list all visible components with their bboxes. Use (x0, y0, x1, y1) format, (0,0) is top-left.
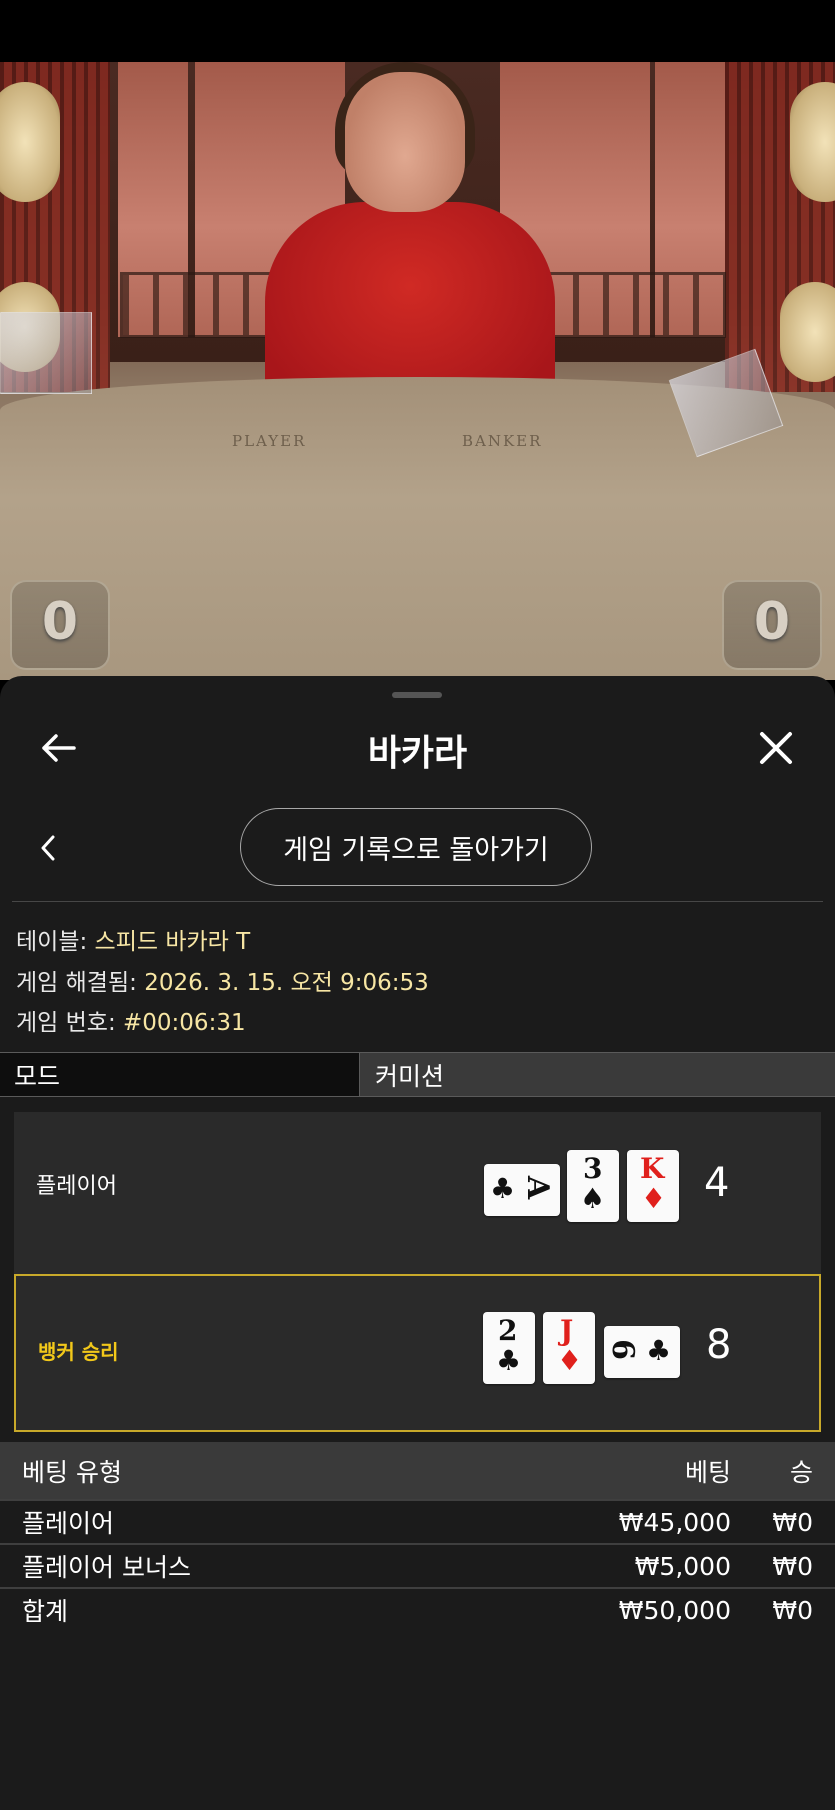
bet-type-cell: 플레이어 (22, 1509, 115, 1538)
win-amount-cell: ₩0 (772, 1551, 813, 1581)
card-rank: 6 (604, 1339, 640, 1360)
player-hand: 플레이어 4 ♣ A 3 ♠ K ♦ (14, 1112, 821, 1270)
table-row-total: 합계 ₩50,000 ₩0 (0, 1587, 835, 1631)
mode-tabs: 모드 커미션 (0, 1052, 835, 1097)
header-bet-type: 베팅 유형 (22, 1457, 122, 1487)
table-row: 플레이어 ₩45,000 ₩0 (0, 1499, 835, 1543)
lantern-right-bottom (780, 282, 835, 382)
card-rank: 3 (583, 1152, 603, 1185)
info-resolved-value: 2026. 3. 15. 오전 9:06:53 (144, 970, 429, 996)
card-rank: 2 (498, 1314, 518, 1347)
live-video-feed: PLAYER BANKER 0 0 (0, 62, 835, 680)
card-suit: ♣ (490, 1172, 516, 1205)
win-amount-cell: ₩0 (772, 1595, 813, 1625)
player-score-display: 0 (10, 580, 110, 670)
card-rank: K (640, 1152, 665, 1185)
playing-card: ♣ A (484, 1164, 560, 1216)
card-suit: ♣ (496, 1344, 522, 1377)
player-hand-label: 플레이어 (36, 1174, 117, 1199)
banker-hand-label: 뱅커 승리 (38, 1340, 119, 1364)
back-to-history-button[interactable]: 게임 기록으로 돌아가기 (240, 808, 592, 886)
playing-card: J ♦ (543, 1312, 595, 1384)
sheet-header: 바카라 (0, 712, 835, 782)
sheet-title: 바카라 (367, 733, 468, 774)
card-rank: A (520, 1175, 556, 1200)
info-table-value: 스피드 바카라 T (94, 929, 251, 955)
table-row: 플레이어 보너스 ₩5,000 ₩0 (0, 1543, 835, 1587)
tab-commission[interactable]: 커미션 (361, 1053, 835, 1096)
close-icon[interactable] (748, 720, 804, 776)
table-label-player: PLAYER (232, 432, 307, 450)
info-game-number-label: 게임 번호: (16, 1010, 116, 1036)
player-hand-total: 4 (704, 1160, 730, 1206)
info-table-label: 테이블: (16, 929, 88, 955)
history-nav: 게임 기록으로 돌아가기 (0, 808, 835, 888)
dealer-face (345, 72, 465, 212)
info-game-number: 게임 번호: #00:06:31 (16, 1003, 246, 1037)
card-suit: ♦ (641, 1182, 667, 1215)
card-suit: ♠ (580, 1182, 606, 1215)
info-resolved-label: 게임 해결됨: (16, 970, 137, 996)
divider (12, 901, 823, 902)
playing-card: K ♦ (627, 1150, 679, 1222)
tab-mode[interactable]: 모드 (0, 1053, 360, 1096)
header-bet: 베팅 (684, 1457, 731, 1487)
bet-amount-cell: ₩50,000 (618, 1595, 731, 1625)
bets-table-header: 베팅 유형 베팅 승 (0, 1442, 835, 1499)
info-table: 테이블: 스피드 바카라 T (16, 922, 250, 956)
card-suit: ♦ (557, 1344, 583, 1377)
playing-card: 6 ♣ (604, 1326, 680, 1378)
playing-card: 2 ♣ (483, 1312, 535, 1384)
lantern-left-top (0, 82, 60, 202)
game-history-sheet: 바카라 게임 기록으로 돌아가기 테이블: 스피드 바카라 T 게임 해결됨: … (0, 676, 835, 1810)
sheet-drag-handle[interactable] (392, 692, 442, 698)
status-bar (0, 0, 835, 62)
header-win: 승 (789, 1457, 813, 1487)
playing-card: 3 ♠ (567, 1150, 619, 1222)
info-resolved: 게임 해결됨: 2026. 3. 15. 오전 9:06:53 (16, 963, 429, 997)
bet-type-cell: 합계 (22, 1597, 69, 1626)
bet-amount-cell: ₩5,000 (634, 1551, 731, 1581)
hands-panel: 플레이어 4 ♣ A 3 ♠ K ♦ 뱅커 승리 8 2 ♣ J ♦ 6 ♣ (14, 1112, 821, 1432)
banker-score-display: 0 (722, 580, 822, 670)
info-game-number-value: #00:06:31 (123, 1010, 246, 1036)
chevron-left-icon[interactable] (28, 828, 68, 868)
card-suit: ♣ (646, 1334, 672, 1367)
table-label-banker: BANKER (462, 432, 543, 450)
lantern-right-top (790, 82, 835, 202)
banker-hand-total: 8 (706, 1322, 732, 1368)
bet-type-cell: 플레이어 보너스 (22, 1553, 191, 1582)
win-amount-cell: ₩0 (772, 1507, 813, 1537)
card-rank: J (560, 1314, 574, 1347)
bets-table: 베팅 유형 베팅 승 플레이어 ₩45,000 ₩0 플레이어 보너스 ₩5,0… (0, 1442, 835, 1631)
card-shoe-left (0, 312, 92, 394)
banker-hand: 뱅커 승리 8 2 ♣ J ♦ 6 ♣ (14, 1274, 821, 1432)
bet-amount-cell: ₩45,000 (618, 1507, 731, 1537)
